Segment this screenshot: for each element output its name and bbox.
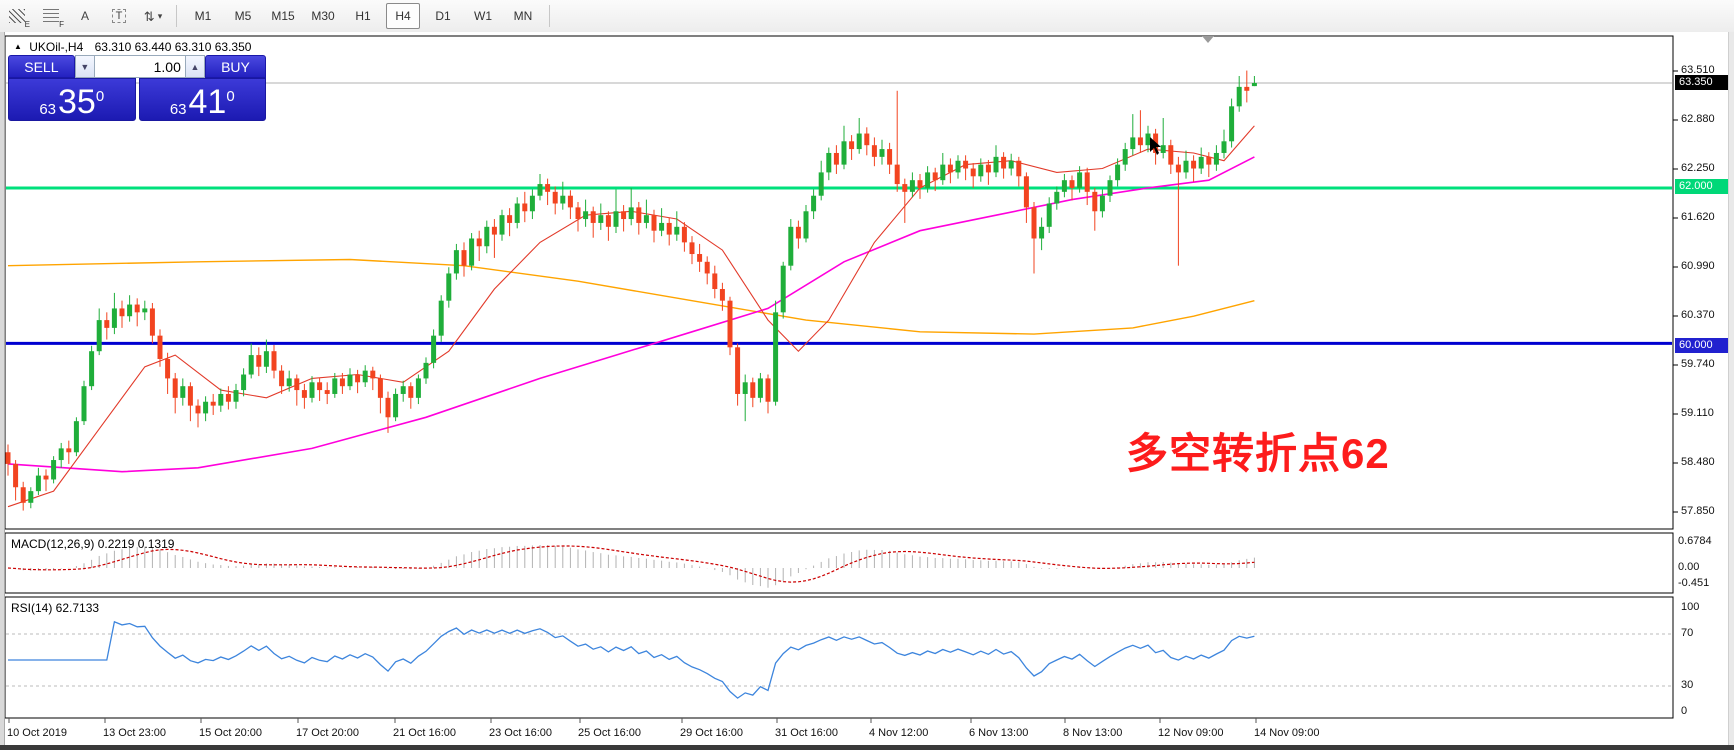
date-label: 15 Oct 20:00 — [199, 727, 262, 739]
window-edge-left — [0, 32, 5, 746]
macd-axis-label: 0.00 — [1678, 561, 1699, 573]
date-label: 23 Oct 16:00 — [489, 727, 552, 739]
timeframe-button-w1[interactable]: W1 — [466, 3, 500, 29]
date-label: 10 Oct 2019 — [7, 727, 67, 739]
collapse-icon[interactable]: ▲ — [14, 42, 22, 51]
timeframe-button-d1[interactable]: D1 — [426, 3, 460, 29]
price-axis-label: 60.990 — [1681, 260, 1715, 272]
arrows-tool-icon: ⇅ — [144, 9, 155, 23]
price-axis-label: 58.480 — [1681, 456, 1715, 468]
symbol-period-label: UKOil-,H4 — [29, 40, 83, 54]
macd-axis-label: 0.6784 — [1678, 535, 1712, 547]
macd-indicator-label: MACD(12,26,9) 0.2219 0.1319 — [11, 537, 174, 551]
sell-points: 35 — [58, 87, 96, 117]
dropdown-caret-icon: ▾ — [158, 11, 163, 22]
fibonacci-tool-icon — [43, 9, 59, 23]
label-tool-icon: T — [112, 9, 127, 23]
rsi-axis-label: 0 — [1681, 705, 1687, 717]
date-label: 21 Oct 16:00 — [393, 727, 456, 739]
price-axis-label: 59.110 — [1681, 407, 1714, 419]
sell-button[interactable]: SELL — [8, 55, 75, 78]
timeframe-button-m5[interactable]: M5 — [226, 3, 260, 29]
chart-text-annotation: 多空转折点62 — [1126, 420, 1390, 481]
chart-toolbar: E F A T ⇅▾ M1M5M15M30H1H4D1W1MN — [0, 0, 1734, 33]
chevron-down-icon: ▼ — [80, 62, 89, 72]
date-label: 29 Oct 16:00 — [680, 727, 743, 739]
chevron-up-icon: ▲ — [190, 62, 199, 72]
window-edge-right — [1728, 32, 1734, 746]
buy-price-display[interactable]: 63 41 0 — [139, 78, 267, 121]
date-label: 6 Nov 13:00 — [969, 727, 1028, 739]
buy-big-figure: 63 — [170, 102, 187, 117]
sell-price-display[interactable]: 63 35 0 — [8, 78, 136, 121]
timeframe-button-m30[interactable]: M30 — [306, 3, 340, 29]
date-label: 4 Nov 12:00 — [869, 727, 928, 739]
price-axis-label: 60.370 — [1681, 309, 1715, 321]
rsi-axis-label: 70 — [1681, 627, 1693, 639]
toolbar-separator — [549, 5, 550, 27]
price-badge-62.000: 62.000 — [1675, 179, 1732, 194]
window-edge-bottom — [0, 745, 1734, 750]
fibonacci-tool-button[interactable]: F — [37, 3, 65, 29]
rsi-axis-label: 30 — [1681, 679, 1693, 691]
volume-input[interactable] — [95, 55, 185, 78]
tool-sub-letter: F — [59, 20, 64, 29]
price-axis-label: 62.250 — [1681, 162, 1715, 174]
macd-axis-label: -0.451 — [1678, 577, 1709, 589]
buy-pip: 0 — [226, 89, 234, 104]
tool-sub-letter: E — [25, 20, 30, 29]
date-label: 25 Oct 16:00 — [578, 727, 641, 739]
sell-pip: 0 — [96, 89, 104, 104]
timeframe-button-h4[interactable]: H4 — [386, 3, 420, 29]
toolbar-separator — [176, 5, 177, 27]
timeframe-button-m1[interactable]: M1 — [186, 3, 220, 29]
date-label: 17 Oct 20:00 — [296, 727, 359, 739]
ohlc-values: 63.310 63.440 63.310 63.350 — [95, 40, 252, 54]
buy-points: 41 — [189, 87, 227, 117]
text-tool-icon: A — [81, 9, 89, 23]
label-tool-button[interactable]: T — [105, 3, 133, 29]
price-badge-60.000: 60.000 — [1675, 338, 1732, 353]
buy-button[interactable]: BUY — [205, 55, 266, 78]
date-label: 13 Oct 23:00 — [103, 727, 166, 739]
price-axis-label: 61.620 — [1681, 211, 1715, 223]
date-label: 14 Nov 09:00 — [1254, 727, 1319, 739]
price-axis-label: 62.880 — [1681, 113, 1715, 125]
price-badge-63.350: 63.350 — [1675, 75, 1732, 90]
rsi-axis-label: 100 — [1681, 601, 1699, 613]
chart-title: ▲ UKOil-,H4 63.310 63.440 63.310 63.350 — [14, 40, 251, 54]
text-tool-button[interactable]: A — [71, 3, 99, 29]
channel-tool-button[interactable]: E — [3, 3, 31, 29]
price-axis-label: 57.850 — [1681, 505, 1715, 517]
chart-workspace[interactable] — [0, 32, 1734, 750]
rsi-indicator-label: RSI(14) 62.7133 — [11, 601, 99, 615]
timeframe-button-mn[interactable]: MN — [506, 3, 540, 29]
price-axis-label: 59.740 — [1681, 358, 1715, 370]
timeframe-button-m15[interactable]: M15 — [266, 3, 300, 29]
sell-big-figure: 63 — [39, 102, 56, 117]
arrows-tool-button[interactable]: ⇅▾ — [139, 3, 167, 29]
mt4-window: E F A T ⇅▾ M1M5M15M30H1H4D1W1MN ▲ UKOil-,H4 … — [0, 0, 1734, 750]
volume-decrease-button[interactable]: ▼ — [75, 55, 95, 78]
date-label: 31 Oct 16:00 — [775, 727, 838, 739]
timeframe-button-h1[interactable]: H1 — [346, 3, 380, 29]
date-label: 8 Nov 13:00 — [1063, 727, 1122, 739]
one-click-trading-panel: SELL ▼ ▲ BUY 63 35 0 63 41 0 — [8, 55, 266, 121]
timeframe-group: M1M5M15M30H1H4D1W1MN — [183, 3, 543, 29]
date-label: 12 Nov 09:00 — [1158, 727, 1223, 739]
channel-tool-icon — [9, 9, 25, 23]
drawing-tools-group: E F A T ⇅▾ — [0, 3, 170, 29]
volume-increase-button[interactable]: ▲ — [185, 55, 205, 78]
